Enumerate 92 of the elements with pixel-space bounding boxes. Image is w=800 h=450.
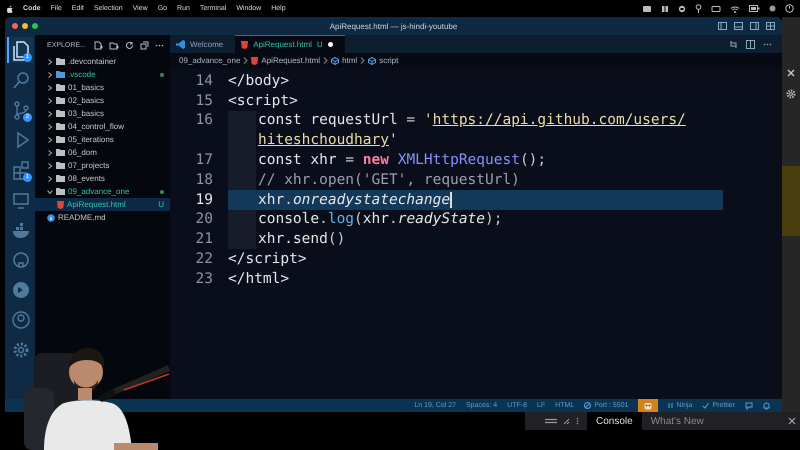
line-number: 22 <box>194 251 213 268</box>
editor-tab[interactable]: Welcome <box>170 35 236 53</box>
code-line: <script> <box>228 92 298 111</box>
check-icon <box>702 402 710 409</box>
line-number: 14 <box>194 72 213 89</box>
line-number: 20 <box>194 211 213 228</box>
secondary-sidebar-icon[interactable] <box>750 22 759 30</box>
chevron-icon <box>47 110 53 116</box>
resize-icon[interactable] <box>563 418 570 424</box>
chevron-icon <box>47 136 53 142</box>
chevron-icon <box>360 57 366 64</box>
refresh-icon[interactable] <box>124 40 134 50</box>
chevron-icon <box>47 162 53 168</box>
editor-tab[interactable]: ApiRequest.html U <box>235 35 345 53</box>
devtools-tab[interactable]: Console <box>587 412 642 430</box>
tree-item[interactable]: 03_basics <box>35 107 170 120</box>
chevron-icon <box>47 84 53 90</box>
new-file-icon[interactable] <box>94 40 103 50</box>
chevron-icon <box>47 58 53 64</box>
info-icon <box>47 214 55 222</box>
line-number: 16 <box>194 112 213 128</box>
chevron-icon <box>47 124 53 130</box>
compare-icon[interactable] <box>729 40 738 48</box>
minimize-button[interactable] <box>22 23 28 29</box>
tree-item[interactable]: 04_control_flow <box>35 120 170 133</box>
html-file-icon <box>57 200 64 208</box>
close-icon[interactable] <box>788 417 796 425</box>
close-icon[interactable] <box>787 69 795 77</box>
settings-icon[interactable] <box>786 89 796 99</box>
window-icon[interactable] <box>711 4 721 12</box>
breadcrumb-item[interactable]: html <box>342 56 358 65</box>
battery-icon[interactable] <box>749 5 760 12</box>
sidebar-toggle-icon[interactable] <box>718 22 727 30</box>
bell-icon[interactable] <box>763 402 770 410</box>
tree-item[interactable]: 02_basics <box>35 94 170 107</box>
tree-item[interactable]: .vscode <box>35 68 170 81</box>
apple-icon <box>6 4 13 12</box>
live-badge[interactable] <box>638 399 658 412</box>
tree-item[interactable]: 05_iterations <box>35 133 170 146</box>
camera-icon[interactable] <box>642 4 652 12</box>
account-icon <box>10 309 32 331</box>
window-title: ApiRequest.html — js-hindi-youtube <box>330 22 458 30</box>
devtools-tab[interactable]: What's New <box>642 412 713 430</box>
line-number: 15 <box>194 92 213 109</box>
chevron-icon <box>47 150 53 156</box>
line-number: 18 <box>194 172 213 188</box>
grid-icon[interactable] <box>661 4 669 12</box>
collapse-icon[interactable] <box>140 40 149 50</box>
bars-icon <box>668 402 674 409</box>
tree-item[interactable]: 06_dom <box>35 146 170 159</box>
code-line: </body> <box>228 72 290 91</box>
close-button[interactable] <box>12 23 18 29</box>
zoom-button[interactable] <box>32 23 38 29</box>
chevron-icon <box>47 188 53 194</box>
highlight-panel <box>782 166 800 236</box>
breadcrumb-item[interactable]: 09_advance_one <box>179 56 240 65</box>
panel-toggle-icon[interactable] <box>734 22 743 30</box>
line-number: 23 <box>194 270 213 287</box>
code-line: </html> <box>228 270 290 289</box>
breadcrumb-item[interactable]: ApiRequest.html <box>261 56 320 65</box>
record-icon[interactable] <box>678 4 686 12</box>
control-center-icon[interactable] <box>769 5 776 12</box>
tree-item[interactable]: ApiRequest.html U <box>35 198 170 211</box>
cube-icon <box>331 56 340 64</box>
chevron-icon <box>243 57 248 64</box>
tree-item[interactable]: 01_basics <box>35 81 170 94</box>
chevron-icon <box>47 72 53 78</box>
line-number: 19 <box>194 192 213 208</box>
layout-icon[interactable] <box>766 22 775 30</box>
tree-item[interactable]: 09_advance_one <box>35 185 170 198</box>
tree-item[interactable]: .devcontainer <box>35 55 170 68</box>
new-folder-icon[interactable] <box>108 40 119 50</box>
tree-item[interactable]: README.md <box>35 211 170 224</box>
owl-icon <box>644 402 652 410</box>
chevron-icon <box>323 57 328 64</box>
more-icon[interactable] <box>576 417 579 425</box>
breadcrumb-item[interactable]: script <box>379 56 398 65</box>
split-editor-icon[interactable] <box>746 40 755 48</box>
play-circle-icon <box>10 279 32 301</box>
line-number: 21 <box>194 231 213 248</box>
vscode-icon <box>176 40 185 48</box>
wifi-icon[interactable] <box>730 4 740 12</box>
feedback-icon[interactable] <box>745 402 753 410</box>
cube-icon <box>368 56 376 64</box>
tree-item[interactable]: 07_projects <box>35 159 170 172</box>
chevron-icon <box>47 176 53 182</box>
blocked-icon <box>584 402 592 409</box>
drag-handle-icon[interactable] <box>545 418 557 424</box>
line-number: 17 <box>194 152 213 168</box>
tree-item[interactable]: 08_events <box>35 172 170 185</box>
code-line: </script> <box>228 250 307 269</box>
chevron-icon <box>47 98 53 104</box>
